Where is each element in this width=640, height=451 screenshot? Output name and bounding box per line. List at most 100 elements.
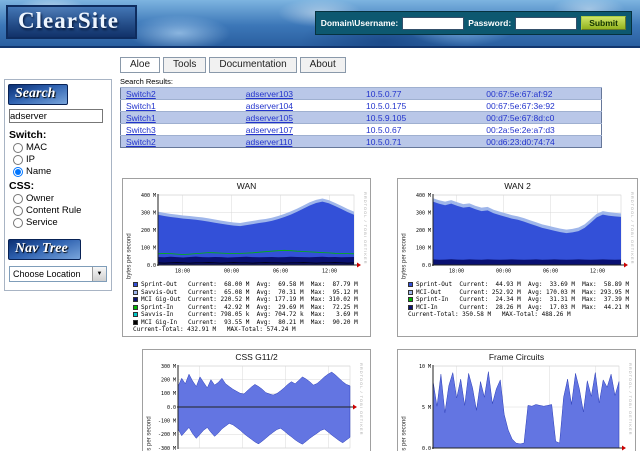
legend-swatch xyxy=(133,282,138,287)
ip-cell: 10.5.0.67 xyxy=(361,123,482,136)
tab-tools[interactable]: Tools xyxy=(163,57,207,73)
radio-css-owner-input[interactable] xyxy=(13,193,23,204)
navtree-heading: Nav Tree xyxy=(8,239,81,260)
legend-item: MCI Gig-Out Current: 220.52 M Avg: 177.1… xyxy=(133,296,358,304)
svg-text:5 M: 5 M xyxy=(422,404,431,410)
legend-item: Savvis-In Current: 798.05 k Avg: 704.72 … xyxy=(133,311,358,319)
svg-text:0.0: 0.0 xyxy=(147,263,156,269)
username-input[interactable] xyxy=(402,16,465,30)
sidebar: Search Switch: MAC IP Name CSS: Owner Co… xyxy=(4,79,112,291)
radio-css-content-rule-input[interactable] xyxy=(13,205,23,216)
ip-cell: 10.5.0.77 xyxy=(361,87,482,100)
host-link[interactable]: adserver105 xyxy=(240,111,361,124)
y-axis-label: bytes per second xyxy=(401,233,408,279)
switch-link[interactable]: Switch3 xyxy=(120,123,241,136)
ip-cell: 10.5.9.105 xyxy=(361,111,482,124)
banner: ClearSite Domain\Username: Password: Sub… xyxy=(0,0,640,48)
username-label: Domain\Username: xyxy=(320,18,399,28)
legend-item: Sprint-Out Current: 68.00 M Avg: 69.58 M… xyxy=(133,281,358,289)
radio-css-service[interactable]: Service xyxy=(13,217,108,228)
svg-text:0.0: 0.0 xyxy=(422,263,431,269)
css-chart-image: -300 M-200 M-100 M0.0100 M200 M300 M18:0… xyxy=(154,363,358,451)
host-link[interactable]: adserver107 xyxy=(240,123,361,136)
css-group-label: CSS: xyxy=(9,180,35,192)
svg-text:200 M: 200 M xyxy=(141,228,156,234)
svg-text:00:00: 00:00 xyxy=(224,269,239,275)
legend-item: MCI-Out Current: 252.92 M Avg: 170.03 M … xyxy=(408,289,629,297)
frame-circuits-chart: Frame Circuits bytes per second 0.0 5 M 10… xyxy=(397,348,636,451)
radio-switch-mac-input[interactable] xyxy=(13,142,23,153)
legend-swatch xyxy=(133,304,138,310)
radio-css-content-rule[interactable]: Content Rule xyxy=(13,205,108,216)
radio-label: IP xyxy=(26,154,35,165)
radio-switch-mac[interactable]: MAC xyxy=(13,142,108,153)
chart-title: WAN xyxy=(236,181,257,191)
login-bar: Domain\Username: Password: Submit xyxy=(314,11,632,35)
switch-link[interactable]: Switch2 xyxy=(120,87,241,100)
password-input[interactable] xyxy=(515,16,578,30)
radio-css-service-input[interactable] xyxy=(13,217,23,228)
host-link[interactable]: adserver104 xyxy=(240,99,361,112)
host-link[interactable]: adserver110 xyxy=(240,135,361,148)
radio-switch-name-input[interactable] xyxy=(13,166,23,177)
radio-label: MAC xyxy=(26,142,48,153)
radio-label: Owner xyxy=(26,193,54,204)
svg-text:18:00: 18:00 xyxy=(449,269,464,275)
legend-swatch xyxy=(408,297,413,302)
wan-chart: WAN bytes per second 0.0 100 M 200 M 300 M 4… xyxy=(122,178,371,337)
radio-switch-ip[interactable]: IP xyxy=(13,154,108,165)
location-select[interactable]: Choose Location ▼ xyxy=(9,266,107,282)
chevron-down-icon[interactable]: ▼ xyxy=(92,267,106,281)
switch-link[interactable]: Switch1 xyxy=(120,99,241,112)
host-link[interactable]: adserver103 xyxy=(240,87,361,100)
location-select-value: Choose Location xyxy=(13,269,81,279)
legend-item: Sprint-In Current: 42.92 M Avg: 29.69 M … xyxy=(133,304,358,312)
svg-text:300 M: 300 M xyxy=(161,363,176,369)
svg-text:300 M: 300 M xyxy=(416,210,431,216)
wan2-chart-image: 0.0 100 M 200 M 300 M 400 M 18:00 00:00 06:00 12… xyxy=(409,192,629,279)
submit-button[interactable]: Submit xyxy=(581,16,626,30)
svg-text:400 M: 400 M xyxy=(416,193,431,199)
svg-text:12:00: 12:00 xyxy=(322,269,337,275)
switch-link[interactable]: Switch1 xyxy=(120,111,241,124)
svg-text:0.0: 0.0 xyxy=(422,445,431,451)
chart-title: CSS G11/2 xyxy=(235,351,278,362)
svg-text:10 M: 10 M xyxy=(419,363,431,369)
tab-aloe[interactable]: Aloe xyxy=(120,57,161,73)
search-heading: Search xyxy=(8,84,69,105)
chart-legend: Sprint-Out Current: 44.93 M Avg: 33.69 M… xyxy=(408,281,635,319)
legend-item: Current-Total: 432.91 M MAX-Total: 574.2… xyxy=(133,326,296,333)
ip-cell: 10.5.0.175 xyxy=(361,99,482,112)
tab-about[interactable]: About xyxy=(299,57,346,73)
radio-switch-ip-input[interactable] xyxy=(13,154,23,165)
legend-item: Sprint-In Current: 24.34 M Avg: 31.31 M … xyxy=(408,296,629,304)
svg-text:-100 M: -100 M xyxy=(158,418,176,424)
rrdtool-watermark: RRDTOOL / TOBI OETIKER xyxy=(363,192,368,265)
legend-item: MCI-In Current: 28.26 M Avg: 17.03 M Max… xyxy=(408,304,629,312)
y-axis-label: bytes per second xyxy=(401,415,408,451)
svg-text:100 M: 100 M xyxy=(416,245,431,251)
svg-text:200 M: 200 M xyxy=(416,228,431,234)
svg-text:400 M: 400 M xyxy=(141,193,156,199)
app-logo: ClearSite xyxy=(6,5,137,39)
legend-swatch xyxy=(408,289,413,295)
search-input[interactable] xyxy=(9,109,103,123)
chart-title: Frame Circuits xyxy=(488,351,545,362)
radio-switch-name[interactable]: Name xyxy=(13,166,108,177)
results-tbody: Switch2 adserver103 10.5.0.77 00:67:5e:67:a… xyxy=(120,87,602,148)
mac-cell: 00:67:5e:67:af:92 xyxy=(481,87,602,100)
mac-cell: 00:2a:5e:2e:a7:d3 xyxy=(481,123,602,136)
search-results-table: Switch2 adserver103 10.5.0.77 00:67:5e:67:a… xyxy=(120,87,602,148)
svg-text:00:00: 00:00 xyxy=(496,269,511,275)
charts-grid: WAN bytes per second 0.0 100 M 200 M 300 M 4… xyxy=(122,178,640,451)
radio-css-owner[interactable]: Owner xyxy=(13,193,108,204)
mac-cell: 00:67:5e:67:3e:92 xyxy=(481,99,602,112)
tab-documentation[interactable]: Documentation xyxy=(209,57,297,73)
legend-item: Savvis-Out Current: 65.08 M Avg: 70.31 M… xyxy=(133,289,358,297)
mac-cell: 00:d7:5e:67:8d:c0 xyxy=(481,111,602,124)
legend-swatch xyxy=(133,319,138,325)
y-axis-label: bytes per second xyxy=(146,415,153,451)
tab-bar: Aloe Tools Documentation About xyxy=(120,57,640,73)
switch-link[interactable]: Switch2 xyxy=(120,135,241,148)
svg-text:0.0: 0.0 xyxy=(167,404,176,410)
